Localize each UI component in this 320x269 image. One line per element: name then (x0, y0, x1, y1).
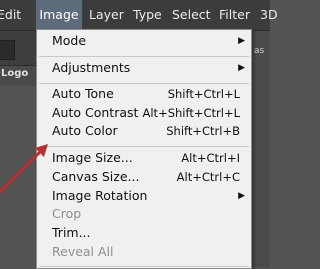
menu-item-label: Image Size... (52, 150, 133, 165)
menu-3d[interactable]: 3D (260, 0, 278, 30)
menu-item-label: Auto Contrast (52, 105, 139, 120)
submenu-arrow-icon: ▶ (238, 36, 245, 46)
menu-item-auto-tone[interactable]: Auto Tone Shift+Ctrl+L (37, 84, 251, 104)
menu-bar: Edit Image Layer Type Select Filter 3D (0, 0, 278, 31)
right-panel-label: as (254, 46, 265, 56)
menu-item-label: Adjustments (52, 60, 131, 75)
menu-separator (39, 146, 249, 147)
menu-separator (39, 56, 249, 57)
shortcut-label: Shift+Ctrl+B (166, 124, 240, 138)
menu-item-adjustments[interactable]: Adjustments ▶ (37, 58, 251, 78)
menu-item-label: Mode (52, 33, 87, 48)
shortcut-label: Alt+Ctrl+I (181, 151, 240, 165)
menu-item-image-size[interactable]: Image Size... Alt+Ctrl+I (37, 148, 251, 168)
menu-item-label: Auto Tone (52, 86, 114, 101)
menu-item-label: Auto Color (52, 123, 118, 138)
menu-select[interactable]: Select (172, 0, 211, 30)
submenu-arrow-icon: ▶ (238, 191, 245, 201)
menu-item-label: Crop (52, 206, 82, 221)
right-panel (252, 31, 270, 267)
menu-item-label: Image Rotation (52, 188, 148, 203)
menu-item-image-rotation[interactable]: Image Rotation ▶ (37, 186, 251, 206)
menu-item-crop: Crop (37, 204, 251, 224)
shortcut-label: Shift+Ctrl+L (167, 87, 240, 101)
menu-filter[interactable]: Filter (219, 0, 250, 30)
shortcut-label: Alt+Shift+Ctrl+L (142, 106, 241, 120)
menu-edit[interactable]: Edit (0, 0, 21, 30)
menu-item-auto-color[interactable]: Auto Color Shift+Ctrl+B (37, 121, 251, 141)
menu-item-auto-contrast[interactable]: Auto Contrast Alt+Shift+Ctrl+L (37, 103, 251, 123)
menu-item-reveal-all: Reveal All (37, 242, 251, 262)
menu-item-canvas-size[interactable]: Canvas Size... Alt+Ctrl+C (37, 167, 251, 187)
menu-image[interactable]: Image (36, 0, 82, 30)
menu-type[interactable]: Type (133, 0, 162, 30)
menu-item-label: Canvas Size... (52, 169, 140, 184)
menu-item-label: Reveal All (52, 244, 114, 259)
document-tab-label: Logo (1, 68, 29, 79)
tool-preset-button[interactable] (0, 40, 15, 60)
menu-item-mode[interactable]: Mode ▶ (37, 31, 251, 51)
shortcut-label: Alt+Ctrl+C (176, 170, 240, 184)
menu-item-trim[interactable]: Trim... (37, 223, 251, 243)
submenu-arrow-icon: ▶ (238, 63, 245, 73)
image-menu-dropdown: Mode ▶ Adjustments ▶ Auto Tone Shift+Ctr… (36, 29, 252, 269)
menu-item-label: Trim... (52, 225, 91, 240)
menu-layer[interactable]: Layer (89, 0, 124, 30)
